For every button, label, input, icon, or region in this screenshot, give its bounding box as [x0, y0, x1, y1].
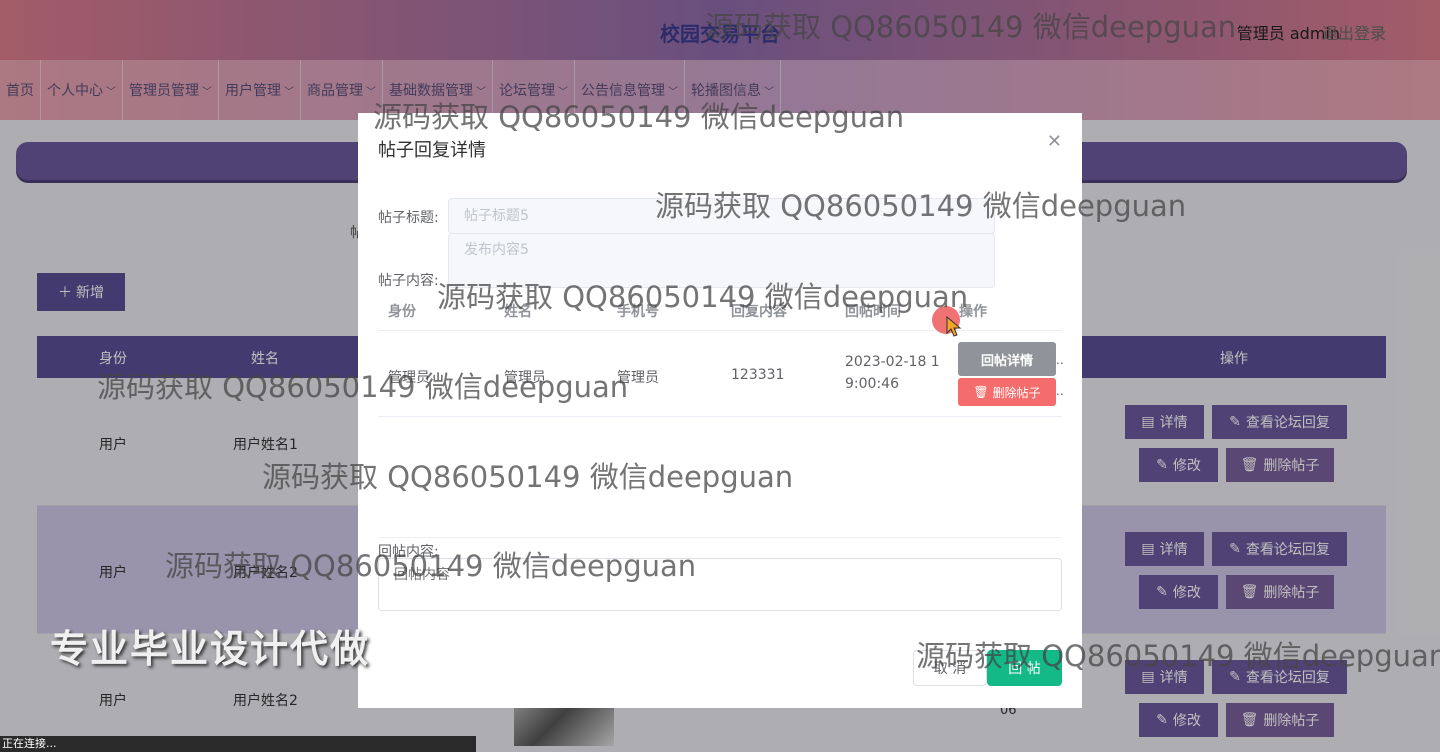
reply-content-input[interactable] — [378, 558, 1062, 611]
cell-name: 管理员 — [504, 370, 546, 386]
cancel-button[interactable]: 取 消 — [913, 650, 987, 686]
close-icon[interactable]: ✕ — [1047, 131, 1062, 152]
mouse-cursor-icon — [946, 316, 962, 337]
promo-banner-text: 专业毕业设计代做 — [50, 627, 371, 671]
column-header-identity: 身份 — [388, 304, 416, 320]
cell-reply-content: 123331 — [731, 367, 785, 383]
column-header-phone: 手机号 — [617, 304, 659, 320]
post-title-field[interactable]: 帖子标题5 — [448, 198, 995, 234]
column-header-reply-content: 回复内容 — [731, 304, 787, 320]
trash-icon: 🗑 — [973, 385, 989, 399]
cell-identity: 管理员 — [388, 370, 430, 386]
overflow-ellipsis: .. — [1056, 353, 1064, 367]
browser-status-bar: 正在连接... — [0, 736, 476, 752]
column-header-name: 姓名 — [504, 304, 532, 320]
cell-reply-time-line1: 2023-02-18 1 — [845, 354, 940, 370]
divider — [378, 537, 1062, 538]
delete-reply-label: 删除帖子 — [992, 385, 1041, 400]
submit-reply-button[interactable]: 回 帖 — [987, 650, 1062, 686]
post-content-field[interactable]: 发布内容5 — [448, 233, 995, 288]
cell-phone: 管理员 — [617, 370, 659, 386]
overflow-ellipsis: .. — [1056, 384, 1064, 398]
cell-reply-time-line2: 9:00:46 — [845, 376, 899, 392]
column-header-reply-time: 回帖时间 — [845, 304, 901, 320]
dialog-title: 帖子回复详情 — [378, 140, 486, 161]
reply-detail-button[interactable]: 回帖详情 — [958, 342, 1056, 376]
column-header-actions: 操作 — [959, 304, 987, 320]
post-title-label: 帖子标题: — [378, 210, 439, 226]
delete-reply-button[interactable]: 🗑 删除帖子 — [958, 378, 1056, 406]
post-content-label: 帖子内容: — [378, 273, 439, 289]
reply-detail-dialog: 帖子回复详情 ✕ 帖子标题: 帖子标题5 帖子内容: 发布内容5 身份 姓名 手… — [358, 113, 1082, 708]
